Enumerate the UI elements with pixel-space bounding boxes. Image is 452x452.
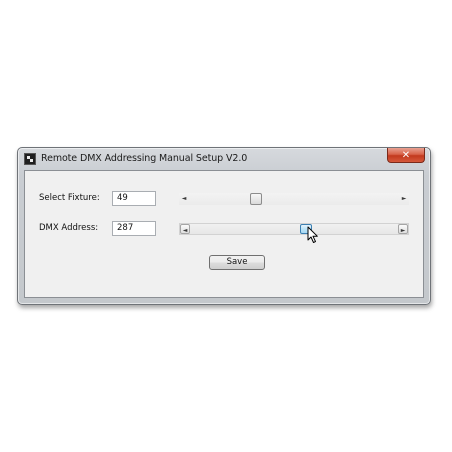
close-button[interactable]: ✕ [387,148,425,163]
fixture-slider-thumb[interactable] [250,193,262,205]
select-fixture-label: Select Fixture: [39,193,100,203]
app-icon [24,153,36,165]
scroll-left-arrow-icon[interactable]: ◄ [179,193,189,205]
fixture-input[interactable]: 49 [112,191,156,206]
dmx-address-slider[interactable]: ◄ ► [179,223,409,235]
window-title: Remote DMX Addressing Manual Setup V2.0 [41,153,248,164]
scroll-right-arrow-icon[interactable]: ► [398,224,408,234]
dmx-address-label: DMX Address: [39,223,99,233]
scroll-left-arrow-icon[interactable]: ◄ [180,224,190,234]
mouse-pointer-icon [307,226,318,243]
scroll-right-arrow-icon[interactable]: ► [399,193,409,205]
dialog-client-area: Select Fixture: 49 ◄ ► DMX Address: 287 … [24,170,424,298]
save-button[interactable]: Save [209,255,265,270]
title-bar[interactable]: Remote DMX Addressing Manual Setup V2.0 … [18,148,430,170]
dmx-setup-window: Remote DMX Addressing Manual Setup V2.0 … [17,147,431,305]
fixture-slider[interactable]: ◄ ► [179,193,409,205]
dmx-address-input[interactable]: 287 [112,221,156,236]
